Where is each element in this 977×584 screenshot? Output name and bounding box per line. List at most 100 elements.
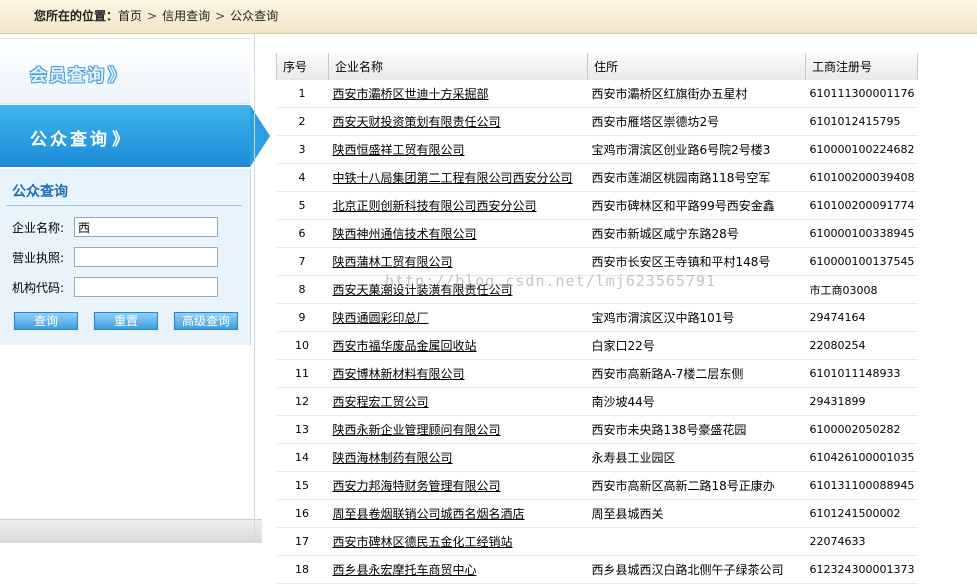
company-name-link[interactable]: 陕西蒲林工贸有限公司 bbox=[333, 255, 453, 269]
row-address: 周至县城西关 bbox=[591, 507, 664, 521]
org-code-row: 机构代码: bbox=[12, 277, 218, 299]
row-index-cell: 11 bbox=[276, 359, 329, 388]
company-name-link[interactable]: 西安天菓潮设计装潢有限责任公司 bbox=[333, 283, 513, 297]
company-name-link[interactable]: 陕西通圆彩印总厂 bbox=[333, 311, 429, 325]
reset-button[interactable]: 重置 bbox=[94, 312, 158, 330]
table-row: 13 陕西永新企业管理顾问有限公司 西安市未央路138号豪盛花园 6100002050… bbox=[276, 415, 918, 444]
row-index-cell: 18 bbox=[276, 555, 329, 584]
row-index: 2 bbox=[298, 115, 306, 128]
row-company-name-cell: 周至县卷烟联销公司城西名烟名酒店 bbox=[328, 499, 588, 528]
company-name-input[interactable] bbox=[74, 217, 218, 237]
row-address-cell: 南沙坡44号 bbox=[587, 387, 806, 416]
company-name-link[interactable]: 西安程宏工贸公司 bbox=[333, 395, 429, 409]
row-company-name-cell: 西安天财投资策划有限责任公司 bbox=[328, 107, 588, 136]
form-title: 公众查询 bbox=[12, 184, 68, 200]
row-address-cell: 周至县城西关 bbox=[587, 499, 806, 528]
row-address-cell: 白家口22号 bbox=[587, 331, 806, 360]
breadcrumb-label: 您所在的位置： bbox=[34, 9, 119, 23]
tab-public-query[interactable]: 公众查询》 bbox=[0, 105, 270, 167]
header-index: 序号 bbox=[276, 53, 329, 80]
row-index-cell: 12 bbox=[276, 387, 329, 416]
row-company-name-cell: 陕西通圆彩印总厂 bbox=[328, 303, 588, 332]
row-company-name-cell: 陕西蒲林工贸有限公司 bbox=[328, 247, 588, 276]
company-name-link[interactable]: 西安市碑林区德民五金化工经销站 bbox=[333, 535, 513, 549]
row-company-name-cell: 西安程宏工贸公司 bbox=[328, 387, 588, 416]
company-name-link[interactable]: 西乡县永宏摩托车商贸中心 bbox=[333, 563, 477, 577]
business-license-input[interactable] bbox=[74, 247, 218, 267]
row-company-name-cell: 陕西恒盛祥工贸有限公司 bbox=[328, 135, 588, 164]
row-address-cell: 西安市高新路A-7楼二层东侧 bbox=[587, 359, 806, 388]
row-address: 西安市雁塔区崇德坊2号 bbox=[591, 115, 720, 129]
row-registration-number-cell: 29431899 bbox=[805, 387, 918, 416]
row-registration-number: 610111300001176 bbox=[809, 87, 915, 100]
breadcrumb-separator: > bbox=[215, 9, 226, 23]
row-registration-number: 6101011148933 bbox=[809, 367, 901, 380]
row-registration-number: 610000100338945 bbox=[809, 227, 915, 240]
row-index: 8 bbox=[298, 283, 306, 296]
row-address-cell: 西安市未央路138号豪盛花园 bbox=[587, 415, 806, 444]
row-index-cell: 6 bbox=[276, 219, 329, 248]
company-name-link[interactable]: 西安市灞桥区世迪十方采掘部 bbox=[333, 87, 489, 101]
row-index-cell: 8 bbox=[276, 275, 329, 304]
row-index: 10 bbox=[295, 339, 309, 352]
company-name-link[interactable]: 西安天财投资策划有限责任公司 bbox=[333, 115, 501, 129]
row-index: 6 bbox=[298, 227, 306, 240]
row-company-name-cell: 北京正则创新科技有限公司西安分公司 bbox=[328, 191, 588, 220]
table-row: 9 陕西通圆彩印总厂 宝鸡市渭滨区汉中路101号 29474164 bbox=[276, 303, 918, 332]
row-registration-number: 6101012415795 bbox=[809, 115, 901, 128]
company-name-link[interactable]: 陕西海林制药有限公司 bbox=[333, 451, 453, 465]
table-row: 2 西安天财投资策划有限责任公司 西安市雁塔区崇德坊2号 6101012415795 bbox=[276, 107, 918, 136]
company-name-link[interactable]: 北京正则创新科技有限公司西安分公司 bbox=[333, 199, 537, 213]
org-code-input[interactable] bbox=[74, 277, 218, 297]
row-index-cell: 4 bbox=[276, 163, 329, 192]
row-index: 13 bbox=[295, 423, 309, 436]
row-address: 西安市长安区王寺镇和平村148号 bbox=[591, 255, 771, 269]
row-company-name-cell: 西乡县永宏摩托车商贸中心 bbox=[328, 555, 588, 584]
row-index: 11 bbox=[295, 367, 309, 380]
row-address: 西乡县城西汉白路北侧午子绿茶公司 bbox=[591, 563, 784, 577]
row-registration-number-cell: 610000100137545 bbox=[805, 247, 918, 276]
company-name-link[interactable]: 西安市福华废品金属回收站 bbox=[333, 339, 477, 353]
company-name-link[interactable]: 陕西恒盛祥工贸有限公司 bbox=[333, 143, 465, 157]
tab-member-query[interactable]: 会员查询》 bbox=[0, 38, 250, 104]
row-address: 西安市碑林区和平路99号西安金鑫 bbox=[591, 199, 775, 213]
company-name-link[interactable]: 西安博林新材料有限公司 bbox=[333, 367, 465, 381]
row-address-cell: 西安市新城区咸宁东路28号 bbox=[587, 219, 806, 248]
row-registration-number: 610000100137545 bbox=[809, 255, 915, 268]
row-registration-number-cell: 6101012415795 bbox=[805, 107, 918, 136]
company-name-link[interactable]: 西安力邦海特财务管理有限公司 bbox=[333, 479, 501, 493]
row-registration-number: 610100200039408 bbox=[809, 171, 915, 184]
company-name-link[interactable]: 陕西神州通信技术有限公司 bbox=[333, 227, 477, 241]
row-index: 3 bbox=[298, 143, 306, 156]
row-index-cell: 7 bbox=[276, 247, 329, 276]
company-name-label: 企业名称: bbox=[12, 221, 65, 235]
query-button[interactable]: 查询 bbox=[14, 312, 78, 330]
table-row: 4 中铁十八局集团第二工程有限公司西安分公司 西安市莲湖区桃园南路118号空军 610… bbox=[276, 163, 918, 192]
row-company-name-cell: 西安天菓潮设计装潢有限责任公司 bbox=[328, 275, 588, 304]
table-row: 16 周至县卷烟联销公司城西名烟名酒店 周至县城西关 6101241500002 bbox=[276, 499, 918, 528]
breadcrumb-home-link[interactable]: 首页 bbox=[118, 9, 142, 23]
row-registration-number: 29431899 bbox=[809, 395, 866, 408]
tab-public-query-label: 公众查询》 bbox=[30, 125, 132, 150]
company-name-link[interactable]: 周至县卷烟联销公司城西名烟名酒店 bbox=[333, 507, 525, 521]
row-address-cell: 西安市雁塔区崇德坊2号 bbox=[587, 107, 806, 136]
row-address: 南沙坡44号 bbox=[591, 395, 655, 409]
row-index: 14 bbox=[295, 451, 309, 464]
advanced-query-button[interactable]: 高级查询 bbox=[174, 312, 238, 330]
header-registration-number: 工商注册号 bbox=[805, 53, 918, 80]
row-address: 西安市高新路A-7楼二层东侧 bbox=[591, 367, 744, 381]
row-address: 宝鸡市渭滨区创业路6号院2号楼3 bbox=[591, 143, 771, 157]
company-name-link[interactable]: 中铁十八局集团第二工程有限公司西安分公司 bbox=[333, 171, 573, 185]
row-registration-number-cell: 市工商03008 bbox=[805, 275, 918, 304]
tab-member-query-label: 会员查询》 bbox=[30, 61, 127, 86]
row-company-name-cell: 西安力邦海特财务管理有限公司 bbox=[328, 471, 588, 500]
table-row: 12 西安程宏工贸公司 南沙坡44号 29431899 bbox=[276, 387, 918, 416]
row-index-cell: 14 bbox=[276, 443, 329, 472]
row-index-cell: 15 bbox=[276, 471, 329, 500]
row-index-cell: 2 bbox=[276, 107, 329, 136]
breadcrumb-credit-query-link[interactable]: 信用查询 bbox=[162, 9, 210, 23]
row-address-cell: 西安市高新区高新二路18号正康办 bbox=[587, 471, 806, 500]
row-address: 西安市高新区高新二路18号正康办 bbox=[591, 479, 775, 493]
company-name-link[interactable]: 陕西永新企业管理顾问有限公司 bbox=[333, 423, 501, 437]
row-address: 宝鸡市渭滨区汉中路101号 bbox=[591, 311, 735, 325]
